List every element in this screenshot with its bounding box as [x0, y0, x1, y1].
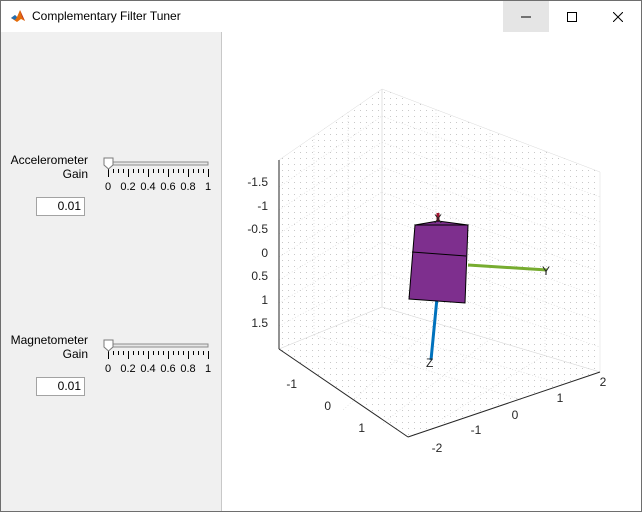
v-tick-6: 1: [261, 293, 268, 307]
accelerometer-label-line1: Accelerometer: [10, 153, 88, 167]
close-icon: [613, 11, 623, 22]
sensor-body-box: [408, 220, 469, 304]
accelerometer-slider-ticks: [108, 169, 209, 177]
window-title: Complementary Filter Tuner: [32, 9, 181, 23]
back-wall-left: [278, 88, 383, 350]
magnetometer-slider-ticks: [108, 351, 209, 359]
y-tick-4: 1: [557, 391, 564, 405]
magnetometer-tick-0.2: 0.2: [120, 363, 135, 375]
accelerometer-tick-0.4: 0.4: [140, 181, 155, 193]
v-tick-1: -1.5: [247, 175, 268, 189]
accelerometer-label-line2: Gain: [62, 167, 88, 181]
minimize-button[interactable]: [503, 1, 549, 32]
magnetometer-label-line1: Magnetometer: [10, 333, 88, 347]
vertical-axis-ticks: -1.5 -1 -0.5 0 0.5 1 1.5: [247, 175, 268, 330]
x-tick-2: 0: [324, 399, 331, 413]
orientation-plot-panel: -1.5 -1 -0.5 0 0.5 1 1.5 -1 0 1 -2 -1 0 …: [222, 32, 641, 511]
control-panel: Accelerometer Gain 0 0.2 0.4 0.6 0.8 1 0…: [1, 32, 222, 511]
accelerometer-tick-0: 0: [105, 181, 111, 193]
accelerometer-tick-0.2: 0.2: [120, 181, 135, 193]
y-tick-5: 2: [600, 375, 607, 389]
y-tick-2: -1: [471, 423, 482, 437]
magnetometer-gain-field[interactable]: 0.01: [36, 377, 85, 396]
x-tick-3: 1: [358, 421, 365, 435]
v-tick-5: 0.5: [251, 269, 268, 283]
accelerometer-gain-field[interactable]: 0.01: [36, 197, 85, 216]
magnetometer-tick-1: 1: [205, 363, 211, 375]
magnetometer-gain-label: Magnetometer Gain: [8, 333, 88, 361]
accelerometer-gain-label: Accelerometer Gain: [8, 153, 88, 181]
body-x-label: X: [434, 212, 442, 226]
minimize-icon: [521, 16, 531, 17]
y-tick-3: 0: [512, 408, 519, 422]
maximize-icon: [567, 11, 577, 22]
y-tick-1: -2: [432, 441, 443, 455]
title-bar[interactable]: Complementary Filter Tuner: [1, 1, 641, 32]
app-window: Complementary Filter Tuner Accelerometer…: [0, 0, 642, 512]
accelerometer-tick-0.6: 0.6: [160, 181, 175, 193]
body-z-label: Z: [426, 356, 433, 370]
x-tick-1: -1: [286, 377, 297, 391]
magnetometer-tick-0.8: 0.8: [180, 363, 195, 375]
magnetometer-tick-0.6: 0.6: [160, 363, 175, 375]
v-tick-4: 0: [261, 246, 268, 260]
accelerometer-tick-1: 1: [205, 181, 211, 193]
magnetometer-gain-slider[interactable]: 0 0.2 0.4 0.6 0.8 1: [101, 335, 216, 375]
matlab-logo-icon: [10, 8, 26, 24]
accelerometer-tick-0.8: 0.8: [180, 181, 195, 193]
v-tick-3: -0.5: [247, 222, 268, 236]
v-tick-7: 1.5: [251, 316, 268, 330]
close-button[interactable]: [595, 1, 641, 32]
magnetometer-tick-0.4: 0.4: [140, 363, 155, 375]
accelerometer-gain-slider[interactable]: 0 0.2 0.4 0.6 0.8 1: [101, 153, 216, 193]
maximize-button[interactable]: [549, 1, 595, 32]
magnetometer-tick-0: 0: [105, 363, 111, 375]
magnetometer-label-line2: Gain: [62, 347, 88, 361]
v-tick-2: -1: [257, 199, 268, 213]
box-front-face: [408, 224, 469, 304]
magnetometer-slider-thumb[interactable]: [103, 339, 114, 352]
orientation-3d-axes[interactable]: -1.5 -1 -0.5 0 0.5 1 1.5 -1 0 1 -2 -1 0 …: [222, 32, 641, 511]
body-y-label: Y: [542, 264, 550, 278]
accelerometer-slider-thumb[interactable]: [103, 157, 114, 170]
